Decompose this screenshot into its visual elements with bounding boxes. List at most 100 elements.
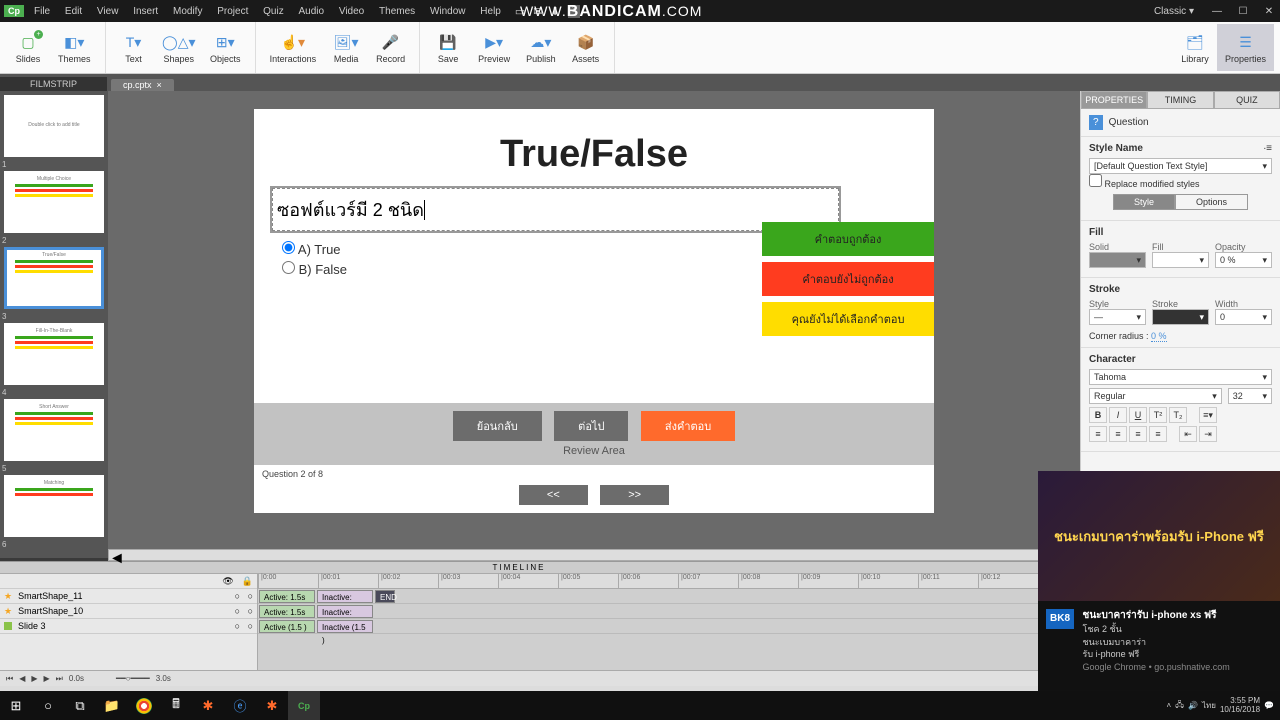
tl-seg[interactable]: Active: 1.5s <box>259 605 315 618</box>
slide-thumb-4[interactable]: Fill-In-The-Blank <box>4 323 104 385</box>
timeline-ruler[interactable]: |0:00|00:01|00:02|00:03|00:04|00:05|00:0… <box>258 574 1038 589</box>
horizontal-scrollbar[interactable]: ◄ <box>108 549 1080 561</box>
feedback-correct[interactable]: คำตอบถูกต้อง <box>762 222 934 256</box>
stroke-width-input[interactable]: 0▾ <box>1215 309 1272 325</box>
next-nav-button[interactable]: >> <box>600 485 669 505</box>
captivate-taskbar-icon[interactable]: Cp <box>288 691 320 720</box>
close-button[interactable]: ✕ <box>1258 4 1280 19</box>
calc-icon[interactable]: 🖩 <box>160 691 192 720</box>
italic-button[interactable]: I <box>1109 407 1127 423</box>
bold-button[interactable]: B <box>1089 407 1107 423</box>
tray-lang[interactable]: ไทย <box>1202 699 1216 712</box>
slide-thumb-2[interactable]: Multiple Choice <box>4 171 104 233</box>
interactions-button[interactable]: ☝▾Interactions <box>262 24 325 71</box>
options-tab[interactable]: Options <box>1175 194 1248 210</box>
slide-thumb-1[interactable]: Double click to add title <box>4 95 104 157</box>
list-button[interactable]: ≡▾ <box>1199 407 1217 423</box>
tab-timing[interactable]: TIMING <box>1147 91 1213 109</box>
layout-dropdown[interactable]: Classic ▾ <box>1146 4 1202 19</box>
start-button[interactable]: ⊞ <box>0 691 32 720</box>
feedback-none[interactable]: คุณยังไม่ได้เลือกคำตอบ <box>762 302 934 336</box>
font-dropdown[interactable]: Tahoma▾ <box>1089 369 1272 385</box>
taskview-button[interactable]: ⧉ <box>64 691 96 720</box>
menu-view[interactable]: View <box>91 6 125 17</box>
back-button[interactable]: ย้อนกลับ <box>453 411 542 441</box>
weight-dropdown[interactable]: Regular▾ <box>1089 388 1222 404</box>
document-tab[interactable]: cp.cptx × <box>111 79 174 91</box>
objects-button[interactable]: ⊞▾Objects <box>202 24 249 71</box>
style-name-dropdown[interactable]: [Default Question Text Style]▾ <box>1089 158 1272 174</box>
edge-icon[interactable]: ⓔ <box>224 691 256 720</box>
timeline-row-3[interactable]: Slide 3○ ○ <box>0 619 257 634</box>
timeline-row-1[interactable]: ★SmartShape_11○ ○ <box>0 589 257 604</box>
tl-seg[interactable]: Inactive: 1.5s <box>317 590 373 603</box>
menu-audio[interactable]: Audio <box>292 6 330 17</box>
tray-up-icon[interactable]: ˄ <box>1166 701 1171 710</box>
menu-video[interactable]: Video <box>333 6 370 17</box>
size-input[interactable]: 32▾ <box>1228 388 1272 404</box>
menu-quiz[interactable]: Quiz <box>257 6 290 17</box>
menu-window[interactable]: Window <box>424 6 472 17</box>
menu-project[interactable]: Project <box>211 6 254 17</box>
tray-clock[interactable]: 3:55 PM10/16/2018 <box>1220 697 1260 715</box>
media-button[interactable]: 🖼▾Media <box>324 24 368 71</box>
slide-thumb-6[interactable]: Matching <box>4 475 104 537</box>
ad-popup[interactable]: ชนะเกมบาคาร่าพร้อมรับ i-Phone ฟรี BK8 ชน… <box>1038 471 1280 691</box>
fill-solid-dropdown[interactable]: ▾ <box>1089 252 1146 268</box>
feedback-wrong[interactable]: คำตอบยังไม่ถูกต้อง <box>762 262 934 296</box>
library-button[interactable]: 🗂Library <box>1173 24 1217 71</box>
timeline-row-2[interactable]: ★SmartShape_10○ ○ <box>0 604 257 619</box>
opacity-input[interactable]: 0 %▾ <box>1215 252 1272 268</box>
visibility-icon[interactable]: 👁 <box>222 576 233 587</box>
publish-button[interactable]: ☁▾Publish <box>518 24 564 71</box>
next-button[interactable]: ต่อไป <box>554 411 628 441</box>
stroke-style-dropdown[interactable]: —▾ <box>1089 309 1146 325</box>
record-button[interactable]: 🎤Record <box>368 24 413 71</box>
style-tab[interactable]: Style <box>1113 194 1175 210</box>
slide-thumb-3[interactable]: True/False <box>4 247 104 309</box>
question-text-input[interactable]: ซอฟต์แวร์มี 2 ชนิด <box>272 188 839 231</box>
tray-net-icon[interactable]: 🖧 <box>1175 699 1184 713</box>
tl-seg[interactable]: Active (1.5 ) <box>259 620 315 633</box>
tl-first-button[interactable]: ⏮ <box>6 674 13 684</box>
maximize-button[interactable]: ☐ <box>1232 4 1254 19</box>
indent-in-button[interactable]: ⇥ <box>1199 426 1217 442</box>
submit-button[interactable]: ส่งคำตอบ <box>641 411 735 441</box>
menu-edit[interactable]: Edit <box>59 6 88 17</box>
tray-notifications-icon[interactable]: 💬 <box>1264 701 1274 710</box>
prev-nav-button[interactable]: << <box>519 485 588 505</box>
superscript-button[interactable]: T² <box>1149 407 1167 423</box>
slide-thumb-5[interactable]: Short Answer <box>4 399 104 461</box>
stroke-color-dropdown[interactable]: ▾ <box>1152 309 1209 325</box>
lock-icon[interactable]: 🔒 <box>242 576 253 587</box>
slides-button[interactable]: ▢+Slides <box>6 24 50 71</box>
tl-last-button[interactable]: ⏭ <box>56 674 63 684</box>
align-right-button[interactable]: ≡ <box>1129 426 1147 442</box>
cortana-button[interactable]: ○ <box>32 691 64 720</box>
replace-styles-checkbox[interactable]: Replace modified styles <box>1089 179 1200 189</box>
app-icon-2[interactable]: ✱ <box>256 691 288 720</box>
tray-vol-icon[interactable]: 🔊 <box>1188 701 1198 710</box>
corner-radius-value[interactable]: 0 % <box>1151 331 1167 342</box>
align-center-button[interactable]: ≡ <box>1109 426 1127 442</box>
save-button[interactable]: 💾Save <box>426 24 470 71</box>
indent-out-button[interactable]: ⇤ <box>1179 426 1197 442</box>
subscript-button[interactable]: T₂ <box>1169 407 1187 423</box>
preview-button[interactable]: ▶▾Preview <box>470 24 518 71</box>
app-icon[interactable]: ✱ <box>192 691 224 720</box>
tl-seg[interactable]: Inactive: 1.5s <box>317 605 373 618</box>
align-left-button[interactable]: ≡ <box>1089 426 1107 442</box>
tab-quiz[interactable]: QUIZ <box>1214 91 1280 109</box>
fill-color-dropdown[interactable]: ▾ <box>1152 252 1209 268</box>
menu-help[interactable]: Help <box>474 6 507 17</box>
menu-file[interactable]: File <box>28 6 56 17</box>
style-menu-icon[interactable]: ∙≡ <box>1263 143 1272 158</box>
tl-next-button[interactable]: ▶ <box>44 674 50 683</box>
menu-insert[interactable]: Insert <box>127 6 164 17</box>
filmstrip-panel[interactable]: Double click to add title1 Multiple Choi… <box>0 91 108 558</box>
tab-properties[interactable]: PROPERTIES <box>1081 91 1147 109</box>
themes-button[interactable]: ◧▾Themes <box>50 24 99 71</box>
explorer-icon[interactable]: 📁 <box>96 691 128 720</box>
minimize-button[interactable]: — <box>1206 4 1228 19</box>
tl-seg[interactable]: Active: 1.5s <box>259 590 315 603</box>
